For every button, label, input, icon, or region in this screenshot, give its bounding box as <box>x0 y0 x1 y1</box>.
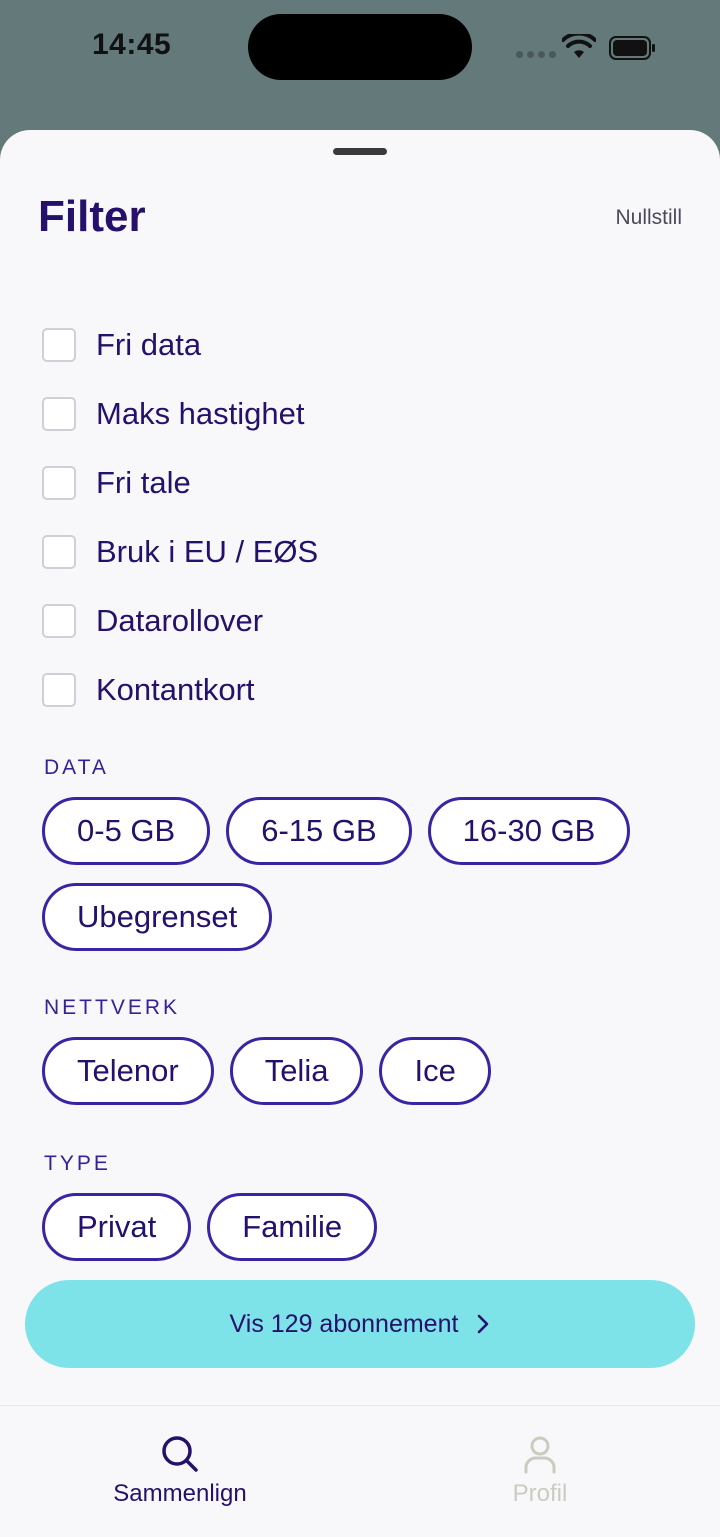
chip-6-15gb[interactable]: 6-15 GB <box>226 797 412 865</box>
chevron-right-icon <box>478 1314 489 1334</box>
tab-label: Profil <box>512 1480 568 1507</box>
checkbox[interactable] <box>42 603 76 638</box>
sheet-title: Filter <box>38 192 146 241</box>
checkbox[interactable] <box>42 327 76 362</box>
section-label-data: DATA <box>44 756 109 779</box>
checkbox-row-fri-tale[interactable]: Fri tale <box>42 448 318 517</box>
tab-profil[interactable]: Profil <box>420 1434 660 1508</box>
checkbox-row-kontantkort[interactable]: Kontantkort <box>42 655 318 724</box>
chip-group-type: Privat Familie <box>42 1193 682 1261</box>
checkbox[interactable] <box>42 534 76 569</box>
battery-icon <box>609 36 655 60</box>
show-results-label: Vis 129 abonnement <box>229 1309 459 1338</box>
chip-privat[interactable]: Privat <box>42 1193 192 1261</box>
tab-sammenlign[interactable]: Sammenlign <box>60 1434 300 1508</box>
chip-ice[interactable]: Ice <box>379 1037 491 1105</box>
checkbox-label: Kontantkort <box>96 671 255 707</box>
dynamic-island <box>248 14 472 80</box>
wifi-icon <box>562 34 596 58</box>
chip-familie[interactable]: Familie <box>207 1193 378 1261</box>
filter-sheet: Filter Nullstill Fri data Maks hastighet… <box>0 130 720 1536</box>
checkbox-label: Fri data <box>96 326 202 362</box>
tab-bar: Sammenlign Profil <box>0 1405 720 1537</box>
section-label-type: TYPE <box>44 1152 111 1175</box>
chip-group-nettverk: Telenor Telia Ice <box>42 1037 682 1105</box>
chip-telenor[interactable]: Telenor <box>42 1037 214 1105</box>
reset-button[interactable]: Nullstill <box>615 206 682 230</box>
search-icon <box>162 1436 198 1472</box>
checkbox-row-fri-data[interactable]: Fri data <box>42 310 318 379</box>
section-label-nettverk: NETTVERK <box>44 996 181 1019</box>
checkbox[interactable] <box>42 672 76 707</box>
signal-dots-icon <box>516 51 556 58</box>
checkbox-row-maks-hastighet[interactable]: Maks hastighet <box>42 379 318 448</box>
chip-telia[interactable]: Telia <box>229 1037 364 1105</box>
checkbox-label: Fri tale <box>96 464 191 500</box>
checkbox-label: Bruk i EU / EØS <box>96 533 319 569</box>
checkbox-row-eu-eos[interactable]: Bruk i EU / EØS <box>42 517 318 586</box>
status-time: 14:45 <box>92 28 172 61</box>
show-results-button[interactable]: Vis 129 abonnement <box>25 1280 695 1368</box>
chip-group-data: 0-5 GB 6-15 GB 16-30 GB Ubegrenset <box>42 797 682 951</box>
checkbox-list: Fri data Maks hastighet Fri tale Bruk i … <box>42 310 318 724</box>
checkbox-label: Datarollover <box>96 602 264 638</box>
chip-16-30gb[interactable]: 16-30 GB <box>427 797 631 865</box>
chip-ubegrenset[interactable]: Ubegrenset <box>42 883 273 951</box>
checkbox[interactable] <box>42 465 76 500</box>
checkbox-row-datarollover[interactable]: Datarollover <box>42 586 318 655</box>
checkbox[interactable] <box>42 396 76 431</box>
checkbox-label: Maks hastighet <box>96 395 305 431</box>
tab-label: Sammenlign <box>113 1480 247 1507</box>
chip-0-5gb[interactable]: 0-5 GB <box>42 797 211 865</box>
status-bar: 14:45 <box>0 0 720 96</box>
person-icon <box>524 1436 556 1474</box>
sheet-grabber[interactable] <box>333 148 387 155</box>
